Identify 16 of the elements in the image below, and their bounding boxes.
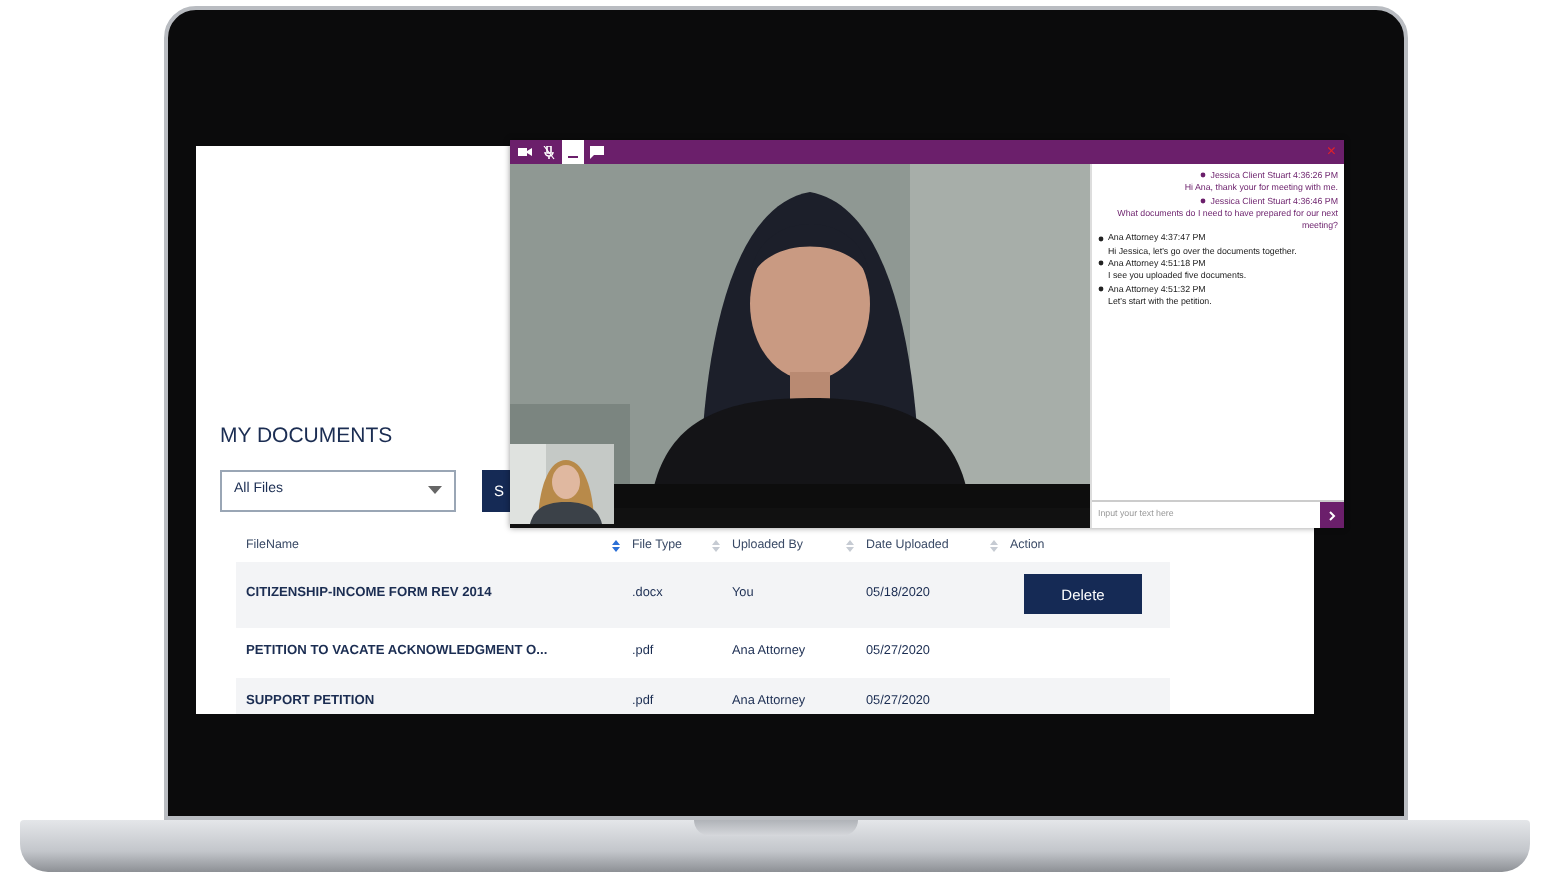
sort-icon[interactable] [612, 539, 620, 552]
bullet-icon [1098, 286, 1104, 293]
chevron-icon [1328, 509, 1336, 521]
bullet-icon [1098, 260, 1104, 267]
bullet-icon [1200, 197, 1207, 204]
page-title: MY DOCUMENTS [220, 422, 395, 452]
send-button[interactable] [1320, 502, 1344, 528]
muted-mic-icon [542, 145, 556, 159]
caret-icon [428, 486, 442, 495]
chat-button[interactable] [586, 140, 608, 164]
bullet-icon [1098, 235, 1104, 242]
muted-mic-button[interactable] [538, 140, 560, 164]
chat-icon [590, 145, 604, 159]
camera-icon [518, 145, 532, 159]
minimize-button[interactable] [562, 140, 584, 164]
bullet-icon [1200, 172, 1207, 179]
